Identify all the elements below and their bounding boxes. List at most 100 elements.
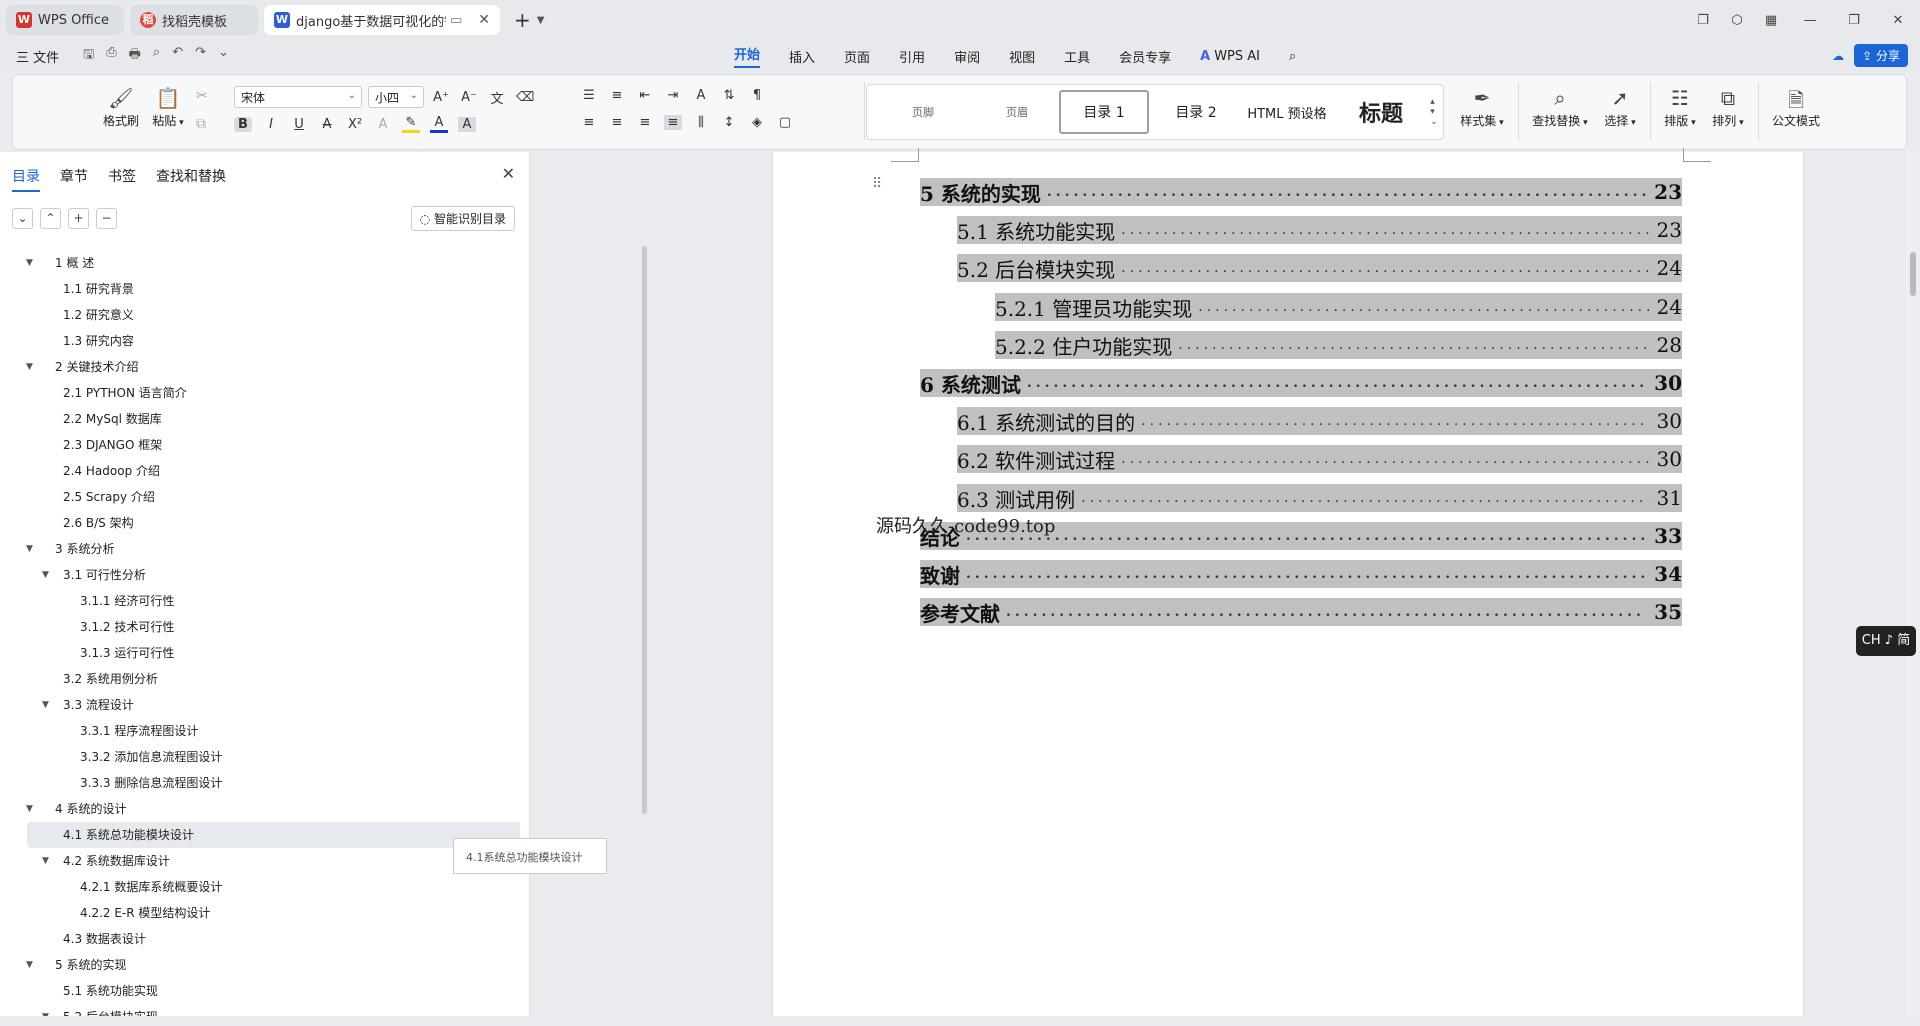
restore-layout-icon[interactable]: ❐ <box>1686 13 1720 28</box>
layout-button[interactable]: ☷ 排版 ▾ <box>1658 86 1702 129</box>
toc-tree-item[interactable]: 3.3.1 程序流程图设计 <box>0 718 520 744</box>
arrange-button[interactable]: ⧉ 排列 ▾ <box>1706 86 1750 129</box>
close-icon[interactable]: ✕ <box>502 164 515 183</box>
nav-tab-find-replace[interactable]: 查找和替换 <box>156 166 226 192</box>
toc-tree-item[interactable]: 1.1 研究背景 <box>0 276 520 302</box>
document-scrollbar[interactable] <box>1906 152 1920 1026</box>
find-replace-button[interactable]: ⌕ 查找替换 ▾ <box>1526 86 1594 129</box>
show-marks-icon[interactable]: ¶ <box>748 88 766 103</box>
new-tab-button[interactable]: + <box>514 8 531 32</box>
expand-toggle-icon[interactable]: ▼ <box>26 952 33 978</box>
tab-view[interactable]: 视图 <box>1009 47 1035 66</box>
ime-indicator[interactable]: CH ♪ 简 <box>1856 626 1916 656</box>
toc-tree-item[interactable]: ▼ 4.2 系统数据库设计 <box>0 848 520 874</box>
undo-icon[interactable]: ↶ <box>172 45 183 67</box>
style-toc1[interactable]: 目录 1 <box>1059 90 1149 134</box>
toc-tree-item[interactable]: 3.3.2 添加信息流程图设计 <box>0 744 520 770</box>
cut-icon[interactable]: ✂ <box>196 88 208 104</box>
file-menu[interactable]: 三 文件 <box>16 47 59 66</box>
decrease-indent-icon[interactable]: ⇤ <box>636 88 654 103</box>
toc-tree-item[interactable]: 2.3 DJANGO 框架 <box>0 432 520 458</box>
nav-tab-chapters[interactable]: 章节 <box>60 166 88 192</box>
share-button[interactable]: ⇪ 分享 <box>1854 44 1908 67</box>
save-icon[interactable]: 🖫 <box>83 45 94 67</box>
avatar[interactable]: ▦ <box>1754 13 1788 28</box>
style-heading[interactable]: 标题 <box>1341 85 1421 139</box>
expand-toggle-icon[interactable]: ▼ <box>26 536 33 562</box>
toc-tree-item[interactable]: 3.2 系统用例分析 <box>0 666 520 692</box>
minimize-icon[interactable]: — <box>1788 13 1832 28</box>
text-effect-icon[interactable]: A <box>374 117 392 132</box>
toc-tree-item[interactable]: ▼ 3 系统分析 <box>0 536 520 562</box>
tab-review[interactable]: 审阅 <box>954 47 980 66</box>
nav-tab-bookmarks[interactable]: 书签 <box>108 166 136 192</box>
toc-tree-item[interactable]: ▼ 1 概 述 <box>0 250 520 276</box>
toc-entry[interactable]: 5.1 系统功能实现..............................… <box>957 216 1682 244</box>
maximize-icon[interactable]: ❐ <box>1832 13 1876 28</box>
tab-wps-office[interactable]: W WPS Office <box>6 5 124 35</box>
shading-icon[interactable]: ◈ <box>748 115 766 130</box>
print-preview-icon[interactable]: ⌕ <box>153 45 160 67</box>
copy-icon[interactable]: ⧉ <box>196 116 206 132</box>
clear-format-icon[interactable]: ⌫ <box>516 90 534 105</box>
char-shading-icon[interactable]: A <box>458 116 476 132</box>
expand-toggle-icon[interactable]: ▼ <box>42 692 49 718</box>
expand-toggle-icon[interactable]: ▼ <box>26 796 33 822</box>
underline-icon[interactable]: U <box>290 117 308 132</box>
toc-tree-item[interactable]: 2.2 MySql 数据库 <box>0 406 520 432</box>
toc-entry[interactable]: 致谢......................................… <box>920 560 1682 588</box>
expand-toggle-icon[interactable]: ▼ <box>42 848 49 874</box>
chevron-down-icon[interactable]: ▼ <box>537 15 545 26</box>
toc-tree-item[interactable]: 2.5 Scrapy 介绍 <box>0 484 520 510</box>
expand-toggle-icon[interactable]: ▼ <box>26 354 33 380</box>
toc-entry[interactable]: 6.1 系统测试的目的.............................… <box>957 407 1682 435</box>
select-button[interactable]: ➚ 选择 ▾ <box>1598 86 1642 129</box>
remove-icon[interactable]: − <box>96 208 117 229</box>
toc-tree-item[interactable]: 4.1 系统总功能模块设计 <box>27 822 520 848</box>
bold-icon[interactable]: B <box>234 116 252 132</box>
toc-entry[interactable]: 6.3 测试用例................................… <box>957 484 1682 512</box>
justify-icon[interactable]: ≡ <box>664 115 682 130</box>
toc-tree-item[interactable]: 4.3 数据表设计 <box>0 926 520 952</box>
print-icon[interactable]: 🖶 <box>129 45 141 67</box>
tab-start[interactable]: 开始 <box>734 44 761 68</box>
style-header[interactable]: 页眉 <box>981 85 1053 139</box>
toc-tree-item[interactable]: 4.2.2 E-R 模型结构设计 <box>0 900 520 926</box>
align-center-icon[interactable]: ≡ <box>608 115 626 130</box>
close-window-icon[interactable]: ✕ <box>1876 13 1920 28</box>
align-left-icon[interactable]: ≡ <box>580 115 598 130</box>
toc-tree-item[interactable]: 2.4 Hadoop 介绍 <box>0 458 520 484</box>
smart-toc-button[interactable]: ◌ 智能识别目录 <box>410 206 515 231</box>
expand-up-icon[interactable]: ⌃ <box>40 208 61 229</box>
tab-document[interactable]: W django基于数据可视化的智 ▭ ✕ <box>264 5 500 35</box>
cloud-upload-icon[interactable]: ☁ <box>1832 49 1844 63</box>
align-right-icon[interactable]: ≡ <box>636 115 654 130</box>
increase-indent-icon[interactable]: ⇥ <box>664 88 682 103</box>
bullet-list-icon[interactable]: ☰ <box>580 88 598 103</box>
toc-tree-item[interactable]: 3.1.2 技术可行性 <box>0 614 520 640</box>
line-spacing-icon[interactable]: ↕ <box>720 115 738 130</box>
toc-tree-item[interactable]: 5.1 系统功能实现 <box>0 978 520 1004</box>
tab-page[interactable]: 页面 <box>844 47 870 66</box>
toc-entry[interactable]: 5.2 后台模块实现..............................… <box>957 254 1682 282</box>
format-painter-button[interactable]: 🖌 格式刷 <box>100 86 142 129</box>
toc-entry[interactable]: 5 系统的实现.................................… <box>920 178 1682 206</box>
style-footer[interactable]: 页脚 <box>887 85 959 139</box>
italic-icon[interactable]: I <box>262 117 280 132</box>
close-tab-icon[interactable]: ✕ <box>478 12 490 28</box>
search-icon[interactable]: ⌕ <box>1289 49 1296 64</box>
toc-entry[interactable]: 5.2.2 住户功能实现............................… <box>995 331 1682 359</box>
distribute-icon[interactable]: ⫼ <box>692 115 710 130</box>
toc-entry[interactable]: 6 系统测试..................................… <box>920 369 1682 397</box>
toc-tree-item[interactable]: 3.3.3 删除信息流程图设计 <box>0 770 520 796</box>
tab-tools[interactable]: 工具 <box>1064 47 1090 66</box>
drag-handle-icon[interactable]: ⠿ <box>872 176 882 192</box>
toc-tree-item[interactable]: 2.1 PYTHON 语言简介 <box>0 380 520 406</box>
expand-toggle-icon[interactable]: ▼ <box>42 562 49 588</box>
style-set-button[interactable]: ✒ 样式集 ▾ <box>1454 86 1510 129</box>
font-size-select[interactable]: 小四 ⌄ <box>368 86 424 108</box>
box-icon[interactable]: ⬡ <box>1720 13 1754 28</box>
toc-tree-item[interactable]: ▼ 5 系统的实现 <box>0 952 520 978</box>
toc-tree-item[interactable]: 1.3 研究内容 <box>0 328 520 354</box>
toc-tree-item[interactable]: 3.1.3 运行可行性 <box>0 640 520 666</box>
